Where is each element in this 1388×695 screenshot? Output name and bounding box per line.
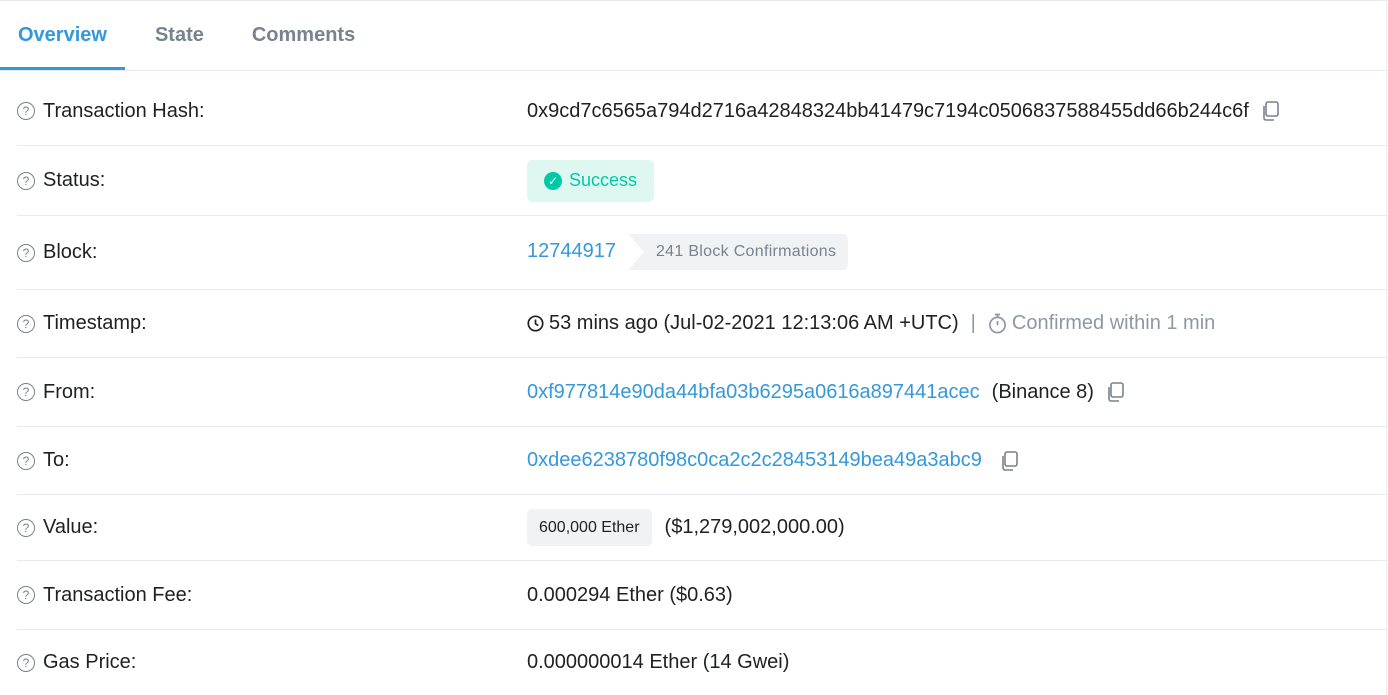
timestamp-value: 53 mins ago (Jul-02-2021 12:13:06 AM +UT…	[549, 312, 959, 334]
question-circle-icon[interactable]: ?	[17, 451, 35, 470]
tab-state[interactable]: State	[125, 1, 228, 70]
to-address-link[interactable]: 0xdee6238780f98c0ca2c2c28453149bea49a3ab…	[527, 449, 982, 472]
from-address-link[interactable]: 0xf977814e90da44bfa03b6295a0616a897441ac…	[527, 381, 980, 404]
status-badge: ✓ Success	[527, 159, 655, 202]
transaction-hash-value: 0x9cd7c6565a794d2716a42848324bb41479c719…	[527, 99, 1249, 122]
confirmed-within-text: Confirmed within 1 min	[1011, 312, 1216, 334]
separator: |	[970, 312, 976, 334]
timestamp-label: Timestamp:	[43, 312, 147, 334]
tab-overview[interactable]: Overview	[0, 1, 125, 70]
row-to: ? To: 0xdee6238780f98c0ca2c2c28453149bea4…	[17, 427, 1386, 495]
tab-comments[interactable]: Comments	[228, 1, 373, 70]
question-circle-icon[interactable]: ?	[17, 171, 35, 190]
block-number-link[interactable]: 12744917	[527, 240, 616, 263]
question-circle-icon[interactable]: ?	[17, 586, 35, 604]
transaction-details-card: Overview State Comments ? Transaction Has…	[0, 0, 1387, 695]
value-usd: ($1,279,002,000.00)	[664, 516, 845, 538]
value-label: Value:	[43, 516, 99, 538]
row-transaction-fee: ? Transaction Fee: 0.000294 Ether ($0.63)	[17, 561, 1386, 630]
block-label: Block:	[43, 241, 98, 263]
row-from: ? From: 0xf977814e90da44bfa03b6295a0616a8…	[17, 358, 1386, 427]
transaction-fee-value: 0.000294 Ether ($0.63)	[527, 583, 733, 606]
row-gas-price: ? Gas Price: 0.000000014 Ether (14 Gwei)	[17, 630, 1386, 695]
gas-price-label: Gas Price:	[43, 651, 137, 673]
row-transaction-hash: ? Transaction Hash: 0x9cd7c6565a794d2716a…	[17, 77, 1386, 146]
row-status: ? Status: ✓ Success	[17, 146, 1386, 216]
block-confirmations-badge: 241 Block Confirmations	[627, 233, 849, 270]
from-address-name: (Binance 8)	[991, 380, 1094, 403]
row-value: ? Value: 600,000 Ether ($1,279,002,000.00…	[17, 495, 1386, 561]
to-label: To:	[43, 449, 70, 471]
question-circle-icon[interactable]: ?	[17, 102, 35, 120]
copy-icon[interactable]	[1000, 450, 1018, 471]
row-timestamp: ? Timestamp: 53 mins ago (Jul-02-2021 12:…	[17, 290, 1386, 358]
status-value: Success	[569, 170, 638, 190]
tab-bar: Overview State Comments	[0, 1, 1386, 71]
copy-icon[interactable]	[1261, 101, 1279, 121]
check-circle-icon: ✓	[544, 171, 562, 190]
transaction-fee-label: Transaction Fee:	[43, 583, 193, 606]
question-circle-icon[interactable]: ?	[17, 314, 35, 333]
question-circle-icon[interactable]: ?	[17, 383, 35, 401]
row-block: ? Block: 12744917 241 Block Confirmations	[17, 216, 1386, 290]
from-label: From:	[43, 380, 96, 403]
gas-price-value: 0.000000014 Ether (14 Gwei)	[527, 651, 790, 673]
question-circle-icon[interactable]: ?	[17, 518, 35, 537]
question-circle-icon[interactable]: ?	[17, 653, 35, 672]
copy-icon[interactable]	[1106, 382, 1124, 402]
clock-icon	[527, 315, 544, 332]
transaction-hash-label: Transaction Hash:	[43, 99, 205, 122]
status-label: Status:	[43, 169, 106, 191]
value-amount-badge: 600,000 Ether	[527, 509, 652, 546]
question-circle-icon[interactable]: ?	[17, 243, 35, 262]
stopwatch-icon	[988, 313, 1007, 334]
